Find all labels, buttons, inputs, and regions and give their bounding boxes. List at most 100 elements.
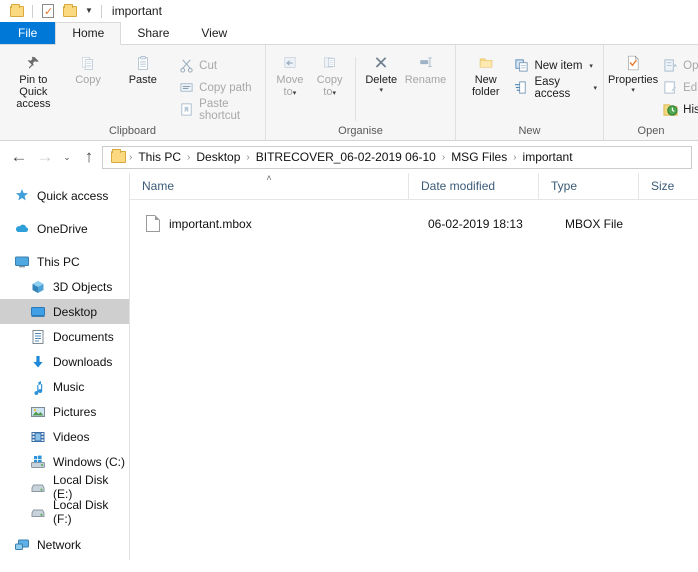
new-folder-icon [478, 55, 494, 71]
desktop-icon [30, 304, 46, 320]
file-explorer-window: ✓ ▼ important File Home Share View Pin t… [0, 0, 698, 572]
cut-button[interactable]: Cut [178, 56, 259, 75]
column-headers: ˄ Name Date modified Type Size [130, 172, 698, 200]
breadcrumb-item-bitrecover[interactable]: BITRECOVER_06-02-2019 06-10 [251, 150, 441, 164]
quick-access-folder-icon[interactable] [6, 0, 28, 22]
paste-shortcut-icon [178, 102, 194, 118]
open-label: Op [683, 59, 698, 72]
drive-icon [30, 504, 46, 520]
open-icon [662, 58, 678, 74]
paste-button[interactable]: Paste [115, 51, 170, 86]
sidebar-item-downloads[interactable]: Downloads [0, 349, 129, 374]
sidebar-item-documents[interactable]: Documents [0, 324, 129, 349]
column-label-size: Size [651, 179, 675, 193]
delete-button[interactable]: Delete ▾ [360, 51, 402, 94]
column-header-name[interactable]: ˄ Name [130, 173, 408, 200]
new-item-label: New item [534, 59, 583, 72]
file-icon [146, 215, 160, 232]
file-list-pane: ˄ Name Date modified Type Size important… [130, 172, 698, 560]
sidebar-label: Videos [53, 429, 90, 444]
file-name: important.mbox [169, 216, 252, 231]
sidebar-item-local-disk-e[interactable]: Local Disk (E:) [0, 472, 129, 501]
sidebar-label: Windows (C:) [53, 454, 126, 469]
explorer-body: Quick access OneDrive This PC 3D Objects… [0, 172, 698, 560]
divider [100, 4, 102, 18]
sidebar-item-music[interactable]: Music [0, 374, 129, 399]
tab-view[interactable]: View [185, 22, 243, 44]
sidebar-item-this-pc[interactable]: This PC [0, 249, 129, 274]
copy-icon [80, 55, 96, 71]
monitor-icon [14, 254, 30, 270]
address-bar: ← → ⌄ ↑ › This PC › Desktop › BITRECOVER… [0, 141, 698, 173]
tab-home[interactable]: Home [55, 22, 122, 45]
sidebar-item-quick-access[interactable]: Quick access [0, 183, 129, 208]
file-date-modified: 06-02-2019 18:13 [428, 216, 523, 231]
edit-button[interactable]: Edi [662, 78, 698, 97]
paste-icon [135, 55, 151, 71]
copy-to-caret-icon[interactable]: ▾ [332, 90, 336, 97]
history-button[interactable]: His [662, 100, 698, 119]
sidebar-item-windows-c[interactable]: Windows (C:) [0, 449, 129, 474]
paste-shortcut-label: Paste shortcut [199, 97, 241, 122]
properties-caret-icon[interactable]: ▾ [631, 87, 635, 94]
sidebar-item-videos[interactable]: Videos [0, 424, 129, 449]
breadcrumb[interactable]: › This PC › Desktop › BITRECOVER_06-02-2… [102, 145, 692, 169]
copy-to-icon [322, 55, 338, 71]
customize-quick-access-caret-icon[interactable]: ▼ [81, 0, 97, 22]
edit-icon [662, 80, 678, 96]
breadcrumb-item-important[interactable]: important [518, 150, 578, 164]
paste-shortcut-button[interactable]: Paste shortcut [178, 97, 259, 122]
table-row[interactable]: important.mbox 06-02-2019 18:13 MBOX Fil… [130, 211, 698, 236]
sidebar-label: Local Disk (E:) [53, 472, 109, 501]
column-header-date-modified[interactable]: Date modified [408, 172, 538, 200]
copy-path-button[interactable]: Copy path [178, 78, 259, 97]
delete-caret-icon[interactable]: ▾ [379, 87, 383, 94]
breadcrumb-item-desktop[interactable]: Desktop [191, 150, 245, 164]
sidebar-item-local-disk-f[interactable]: Local Disk (F:) [0, 498, 129, 526]
move-to-caret-icon[interactable]: ▾ [293, 90, 297, 97]
new-item-icon [513, 58, 529, 74]
network-icon [14, 537, 30, 553]
copy-to-button[interactable]: Copy to▾ [310, 51, 350, 98]
tab-file[interactable]: File [0, 22, 56, 44]
rename-button[interactable]: Rename [402, 51, 449, 86]
sidebar-item-network[interactable]: Network [0, 532, 129, 557]
move-to-button[interactable]: Move to▾ [270, 51, 310, 98]
quick-access-properties-icon[interactable]: ✓ [37, 0, 59, 22]
sidebar-label: 3D Objects [53, 279, 113, 294]
pin-to-quick-access-button[interactable]: Pin to Quick access [6, 51, 61, 110]
breadcrumb-item-this-pc[interactable]: This PC [133, 150, 186, 164]
column-header-size[interactable]: Size [638, 172, 698, 200]
new-item-caret-icon[interactable]: ▾ [589, 62, 593, 70]
easy-access-caret-icon[interactable]: ▾ [593, 84, 597, 92]
history-label: His [683, 103, 698, 116]
sidebar-label: OneDrive [37, 221, 88, 236]
sidebar-item-pictures[interactable]: Pictures [0, 399, 129, 424]
copy-path-label: Copy path [199, 81, 252, 94]
quick-access-new-folder-icon[interactable] [59, 0, 81, 22]
open-button[interactable]: Op [662, 56, 698, 75]
new-item-button[interactable]: New item ▾ [513, 56, 597, 75]
easy-access-icon [513, 80, 529, 96]
cube-icon [30, 279, 46, 295]
easy-access-button[interactable]: Easy access ▾ [513, 76, 597, 100]
paste-label: Paste [128, 74, 157, 86]
tab-share[interactable]: Share [121, 22, 185, 44]
column-header-type[interactable]: Type [538, 172, 638, 200]
cloud-icon [14, 221, 30, 237]
ribbon-group-clipboard: Pin to Quick access Copy Paste Cut Copy … [0, 45, 265, 140]
sidebar-item-desktop[interactable]: Desktop [0, 299, 129, 324]
sidebar-item-3d-objects[interactable]: 3D Objects [0, 274, 129, 299]
breadcrumb-item-msg-files[interactable]: MSG Files [446, 150, 512, 164]
file-type: MBOX File [565, 216, 624, 231]
forward-button[interactable]: → [32, 144, 58, 170]
address-folder-icon [107, 149, 128, 163]
copy-button[interactable]: Copy [61, 51, 116, 86]
up-button[interactable]: ↑ [76, 144, 102, 170]
new-folder-button[interactable]: New folder [464, 51, 507, 98]
properties-button[interactable]: Properties ▾ [608, 51, 658, 94]
rename-label: Rename [404, 74, 447, 86]
recent-locations-button[interactable]: ⌄ [58, 144, 76, 170]
back-button[interactable]: ← [6, 144, 32, 170]
sidebar-item-onedrive[interactable]: OneDrive [0, 216, 129, 241]
